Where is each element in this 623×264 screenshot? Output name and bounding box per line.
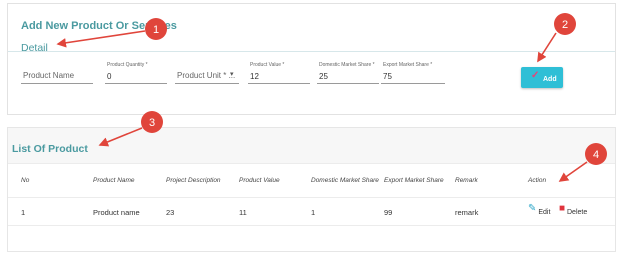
domestic-share-label: Domestic Market Share * <box>319 62 375 68</box>
list-title: List Of Product <box>12 143 88 155</box>
add-product-title: Add New Product Or Services <box>21 20 177 32</box>
column-header-product-value: Product Value <box>239 177 280 184</box>
column-header-no: No <box>21 177 30 184</box>
cell-export-share: 99 <box>384 208 393 217</box>
add-button[interactable]: ✓ Add <box>521 67 563 88</box>
domestic-share-field[interactable]: Domestic Market Share * 25 <box>317 62 379 90</box>
export-share-field[interactable]: Export Market Share * 75 <box>381 62 445 90</box>
product-name-field[interactable]: Product Name <box>21 59 93 87</box>
cell-project-description: 23 <box>166 208 175 217</box>
product-name-underline <box>21 83 93 84</box>
list-title-bar <box>8 128 615 164</box>
column-header-project-description: Project Description <box>166 177 221 184</box>
product-unit-select[interactable]: Product Unit * ... ▾ <box>175 59 239 87</box>
column-header-remark: Remark <box>455 177 478 184</box>
delete-label: Delete <box>567 209 588 216</box>
column-header-action: Action <box>528 177 547 184</box>
product-value-value: 12 <box>250 72 259 81</box>
product-quantity-label: Product Quantity * <box>107 62 148 68</box>
product-quantity-underline <box>105 83 167 84</box>
pencil-icon: ✎ <box>528 203 537 214</box>
domestic-share-underline <box>317 83 379 84</box>
product-value-label: Product Value * <box>250 62 285 68</box>
detail-label: Detail <box>21 42 48 54</box>
product-unit-placeholder: Product Unit * ... <box>177 71 236 80</box>
cell-product-value: 11 <box>239 208 247 217</box>
cell-remark: remark <box>455 208 479 217</box>
edit-label: Edit <box>538 209 551 216</box>
detail-divider <box>8 51 615 52</box>
column-header-domestic-share: Domestic Market Share <box>311 177 379 184</box>
export-share-label: Export Market Share * <box>383 62 433 68</box>
export-share-value: 75 <box>383 72 392 81</box>
product-name-placeholder: Product Name <box>23 71 75 80</box>
column-header-export-share: Export Market Share <box>384 177 444 184</box>
header-divider <box>8 197 615 198</box>
product-value-field[interactable]: Product Value * 12 <box>248 62 310 90</box>
product-unit-underline <box>175 83 239 84</box>
product-quantity-value: 0 <box>107 72 112 81</box>
product-list-panel: List Of Product No Product Name Project … <box>7 127 616 252</box>
product-quantity-field[interactable]: Product Quantity * 0 <box>105 62 167 90</box>
add-button-label: Add <box>543 76 557 83</box>
domestic-share-value: 25 <box>319 72 328 81</box>
chevron-down-icon: ▾ <box>230 71 234 78</box>
column-header-product-name: Product Name <box>93 177 135 184</box>
edit-button[interactable]: ✎ Edit <box>528 203 551 216</box>
check-icon: ✓ <box>531 70 540 81</box>
cell-domestic-share: 1 <box>311 208 316 217</box>
delete-button[interactable]: ■ Delete <box>559 203 588 216</box>
product-value-underline <box>248 83 310 84</box>
cell-product-name: Product name <box>93 208 140 217</box>
add-product-panel: Add New Product Or Services Detail Produ… <box>7 3 616 115</box>
cell-no: 1 <box>21 208 26 217</box>
row-divider <box>8 225 615 226</box>
trash-icon: ■ <box>559 203 566 214</box>
export-share-underline <box>381 83 445 84</box>
